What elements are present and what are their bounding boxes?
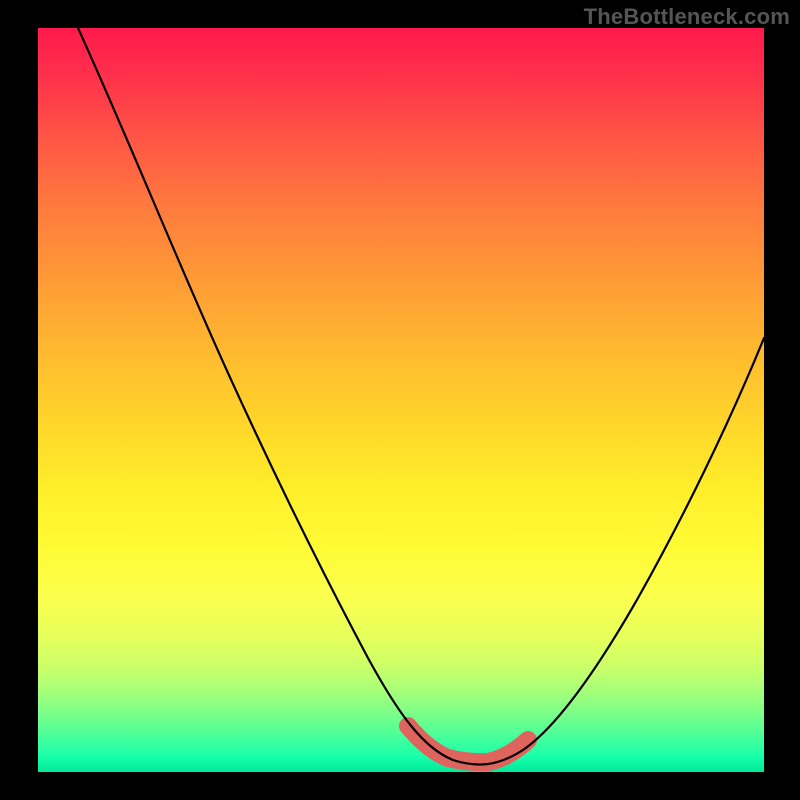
main-curve	[78, 28, 764, 765]
watermark-text: TheBottleneck.com	[584, 4, 790, 30]
plot-area	[38, 28, 764, 772]
curve-layer	[38, 28, 764, 772]
chart-frame: TheBottleneck.com	[0, 0, 800, 800]
